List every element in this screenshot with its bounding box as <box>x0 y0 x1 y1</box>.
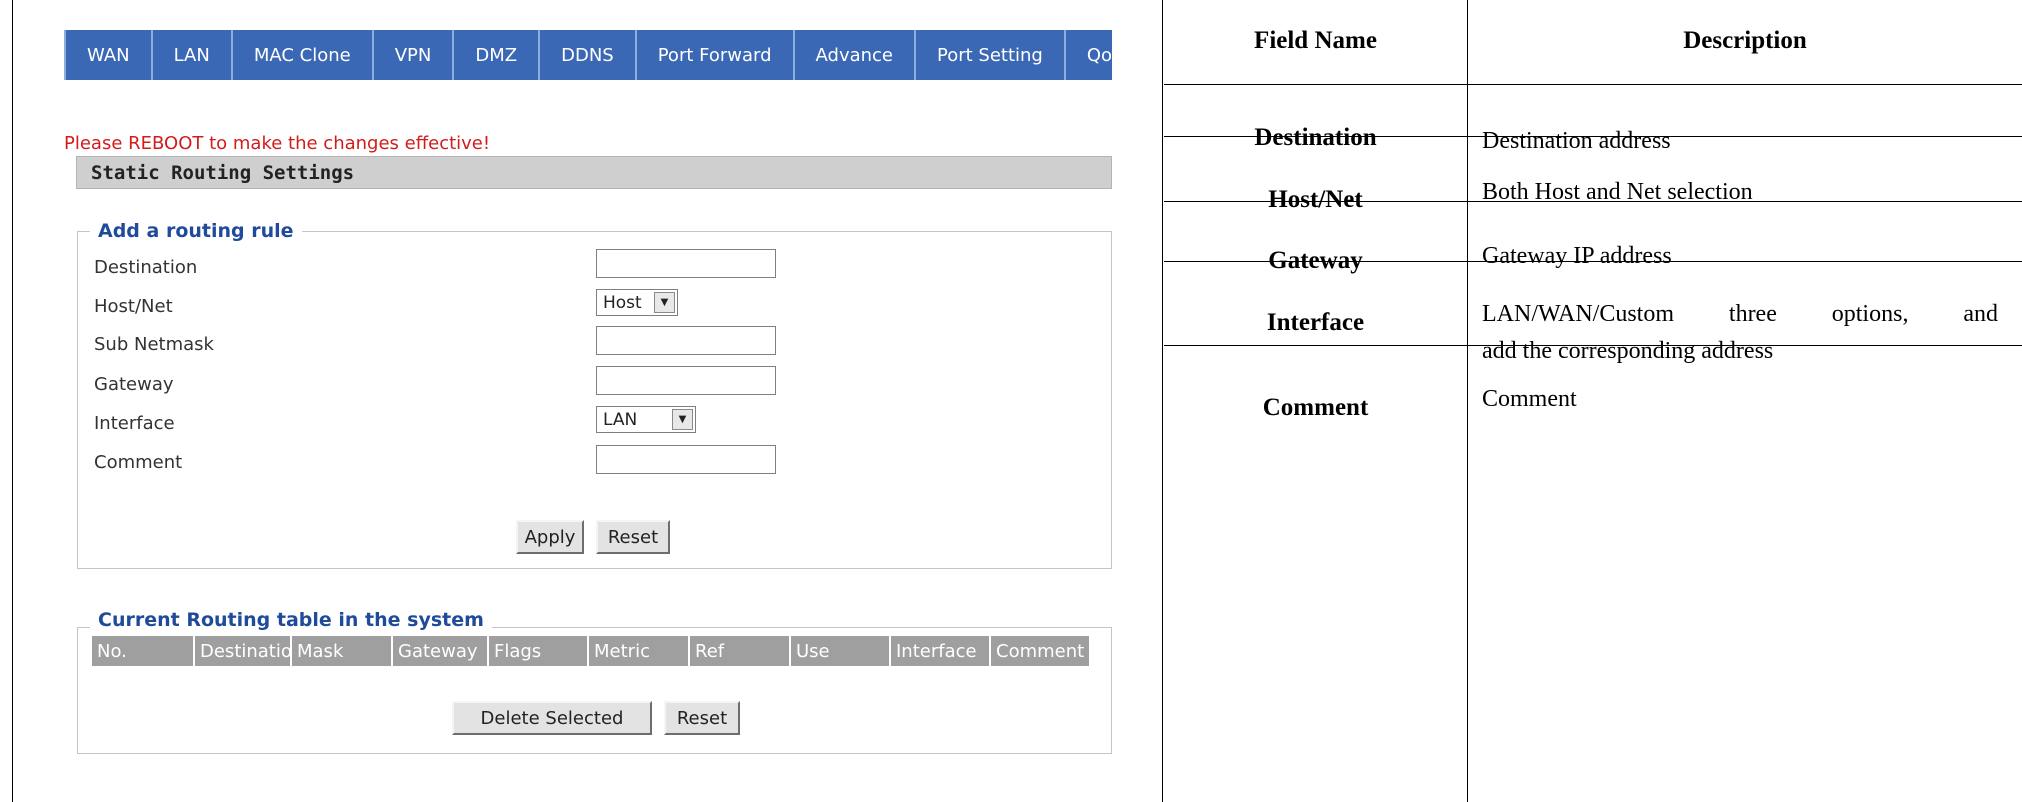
comment-label: Comment <box>94 452 183 473</box>
interface-value: LAN <box>603 409 638 430</box>
router-tab-bar: WAN LAN MAC Clone VPN DMZ DDNS Port Forw… <box>64 30 1112 80</box>
chevron-down-icon[interactable]: ▼ <box>654 292 675 313</box>
reboot-notice: Please REBOOT to make the changes effect… <box>64 133 491 154</box>
interface-select[interactable]: LAN ▼ <box>596 406 696 433</box>
comment-input[interactable] <box>596 445 776 474</box>
destination-label: Destination <box>94 257 198 278</box>
tab-lan[interactable]: LAN <box>153 30 233 80</box>
field-desc-gateway: Gateway IP address <box>1482 243 1672 269</box>
table-divider <box>1467 0 1468 802</box>
interface-label: Interface <box>94 413 175 434</box>
destination-input[interactable] <box>596 249 776 278</box>
field-desc-interface-line2: add the corresponding address <box>1482 338 1774 364</box>
chevron-down-icon[interactable]: ▼ <box>672 409 693 430</box>
gateway-label: Gateway <box>94 374 174 395</box>
tab-port-forward[interactable]: Port Forward <box>637 30 795 80</box>
section-title: Static Routing Settings <box>76 156 1112 189</box>
field-desc-hostnet: Both Host and Net selection <box>1482 179 1753 205</box>
add-rule-fieldset <box>77 231 1112 569</box>
reset-table-button[interactable]: Reset <box>664 701 740 735</box>
gateway-input[interactable] <box>596 366 776 395</box>
description-header: Description <box>1683 27 1807 54</box>
column-header: Comment <box>996 640 1085 662</box>
field-desc-destination: Destination address <box>1482 128 1671 154</box>
column-header: Flags <box>489 636 589 666</box>
subnetmask-input[interactable] <box>596 326 776 355</box>
section-title-text: Static Routing Settings <box>91 161 355 184</box>
subnetmask-label: Sub Netmask <box>94 334 214 355</box>
routing-table-legend: Current Routing table in the system <box>90 609 492 631</box>
field-name-comment: Comment <box>1262 394 1369 421</box>
tab-ddns[interactable]: DDNS <box>540 30 637 80</box>
column-header: Gateway <box>393 636 489 666</box>
tab-advance[interactable]: Advance <box>795 30 916 80</box>
column-header: Ref <box>690 636 791 666</box>
tab-wan[interactable]: WAN <box>64 30 153 80</box>
field-name-destination: Destination <box>1254 124 1377 151</box>
apply-button[interactable]: Apply <box>516 520 584 554</box>
reset-rule-button[interactable]: Reset <box>596 520 670 554</box>
column-header: Use <box>791 636 891 666</box>
add-rule-legend: Add a routing rule <box>90 220 302 242</box>
hostnet-label: Host/Net <box>94 296 173 317</box>
routing-table-header: No. Destination Mask Gateway Flags Metri… <box>92 636 1089 666</box>
tab-dmz[interactable]: DMZ <box>454 30 541 80</box>
column-header: Metric <box>589 636 690 666</box>
field-name-interface: Interface <box>1266 309 1365 336</box>
field-name-hostnet: Host/Net <box>1268 186 1363 213</box>
field-desc-comment: Comment <box>1482 386 1577 412</box>
tab-qos[interactable]: QoS <box>1066 30 1112 80</box>
tab-vpn[interactable]: VPN <box>374 30 455 80</box>
field-desc-interface-line1: LAN/WAN/Custom three options, and <box>1482 301 1998 327</box>
delete-selected-button[interactable]: Delete Selected <box>452 701 652 735</box>
field-name-gateway: Gateway <box>1268 247 1363 274</box>
column-header: Interface <box>891 636 991 666</box>
column-header: Destination <box>195 636 292 666</box>
tab-port-setting[interactable]: Port Setting <box>916 30 1066 80</box>
hostnet-value: Host <box>603 292 642 313</box>
field-name-header: Field Name <box>1254 27 1377 54</box>
column-header: No. <box>92 636 195 666</box>
tab-mac-clone[interactable]: MAC Clone <box>233 30 374 80</box>
column-header: Mask <box>292 636 393 666</box>
table-rule <box>1164 84 2022 85</box>
hostnet-select[interactable]: Host ▼ <box>596 289 678 316</box>
